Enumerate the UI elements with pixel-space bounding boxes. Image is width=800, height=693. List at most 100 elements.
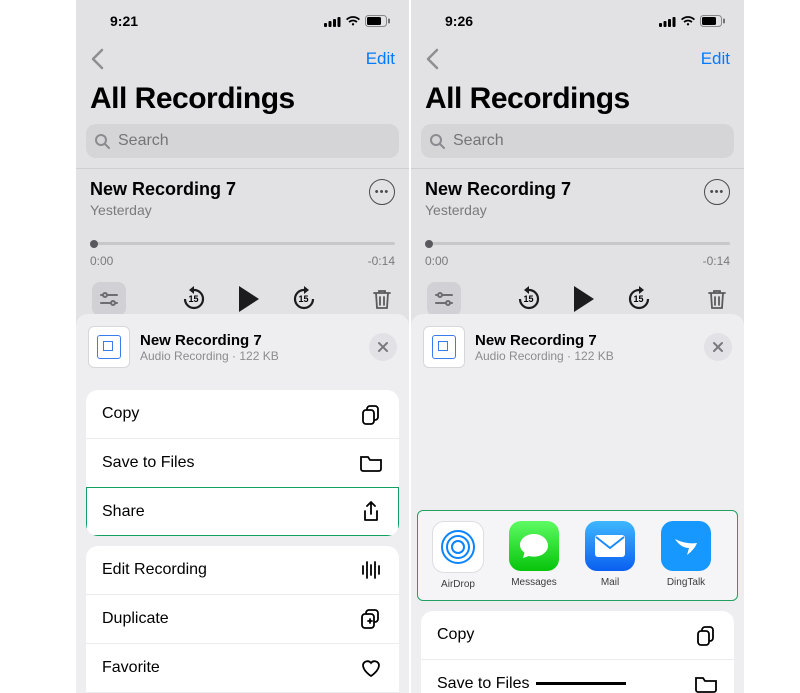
chevron-left-icon <box>425 48 439 70</box>
close-button[interactable] <box>704 333 732 361</box>
file-thumbnail <box>88 326 130 368</box>
time-remaining: -0:14 <box>368 254 395 268</box>
play-button[interactable] <box>574 286 594 312</box>
screenshot-left: 9:21 Edit All Recordings New Recording 7… <box>76 0 409 693</box>
back-button[interactable] <box>86 48 108 70</box>
action-label: Share <box>102 503 145 521</box>
recording-title: New Recording 7 <box>425 179 571 200</box>
action-copy[interactable]: Copy <box>421 611 734 659</box>
share-target-label: Me <box>732 579 733 590</box>
redaction-bar <box>536 682 626 685</box>
action-label: Save to Files <box>437 675 626 693</box>
scrubber[interactable] <box>425 238 730 250</box>
skip-forward-button[interactable]: 15 <box>624 284 654 314</box>
sliders-icon <box>434 291 454 307</box>
search-icon <box>94 133 110 149</box>
action-copy[interactable]: Copy <box>86 390 399 438</box>
signal-icon <box>324 16 341 27</box>
edit-button[interactable]: Edit <box>701 49 730 69</box>
share-header: New Recording 7 Audio Recording · 122 KB <box>411 314 744 380</box>
share-target-label: Messages <box>504 577 564 588</box>
action-save-to-files[interactable]: Save to Files <box>421 659 734 693</box>
share-target-airdrop[interactable]: AirDrop <box>428 521 488 590</box>
signal-icon <box>659 16 676 27</box>
search-icon <box>429 133 445 149</box>
delete-button[interactable] <box>706 287 728 311</box>
close-icon <box>712 341 724 353</box>
share-file-subtitle: Audio Recording · 122 KB <box>140 349 279 363</box>
trash-icon <box>371 287 393 311</box>
time-elapsed: 0:00 <box>90 254 113 268</box>
share-target-label: AirDrop <box>428 579 488 590</box>
share-targets-row[interactable]: AirDrop Messages Mail <box>417 510 738 601</box>
options-button[interactable] <box>92 282 126 316</box>
action-duplicate[interactable]: Duplicate <box>86 594 399 643</box>
recording-title: New Recording 7 <box>90 179 236 200</box>
skip-back-button[interactable]: 15 <box>179 284 209 314</box>
skip-back-label: 15 <box>523 294 533 304</box>
delete-button[interactable] <box>371 287 393 311</box>
edit-button[interactable]: Edit <box>366 49 395 69</box>
chevron-left-icon <box>90 48 104 70</box>
close-icon <box>377 341 389 353</box>
nav-bar: Edit <box>76 34 409 76</box>
more-button[interactable]: ••• <box>369 179 395 205</box>
action-label: Favorite <box>102 659 160 677</box>
action-save-to-files[interactable]: Save to Files <box>86 438 399 487</box>
nav-bar: Edit <box>411 34 744 76</box>
time-remaining: -0:14 <box>703 254 730 268</box>
recording-card[interactable]: New Recording 7 Yesterday ••• 0:00 -0:14… <box>411 168 744 329</box>
share-target-mail[interactable]: Mail <box>580 521 640 588</box>
options-button[interactable] <box>427 282 461 316</box>
scrubber[interactable] <box>90 238 395 250</box>
share-header: New Recording 7 Audio Recording · 122 KB <box>76 314 409 380</box>
search-field[interactable] <box>86 124 399 158</box>
share-target-label: Mail <box>580 577 640 588</box>
folder-icon <box>694 672 718 693</box>
play-button[interactable] <box>239 286 259 312</box>
back-button[interactable] <box>421 48 443 70</box>
action-favorite[interactable]: Favorite <box>86 643 399 692</box>
action-edit-recording[interactable]: Edit Recording <box>86 546 399 594</box>
ellipsis-icon: ••• <box>375 186 390 198</box>
wifi-icon <box>680 15 696 27</box>
share-target-dingtalk[interactable]: DingTalk <box>656 521 716 588</box>
close-button[interactable] <box>369 333 397 361</box>
mail-icon <box>585 521 635 571</box>
page-title: All Recordings <box>76 76 409 124</box>
status-bar: 9:21 <box>76 0 409 34</box>
battery-icon <box>365 15 391 27</box>
sliders-icon <box>99 291 119 307</box>
folder-icon <box>359 451 383 475</box>
action-share[interactable]: Share <box>86 487 399 536</box>
status-icons <box>324 15 391 27</box>
dingtalk-icon <box>661 521 711 571</box>
share-target-messages[interactable]: Messages <box>504 521 564 588</box>
share-target-more[interactable]: Me <box>732 521 733 590</box>
audio-file-icon <box>432 335 456 359</box>
skip-forward-button[interactable]: 15 <box>289 284 319 314</box>
action-label: Save to Files <box>102 454 194 472</box>
share-sheet: New Recording 7 Audio Recording · 122 KB… <box>76 314 409 693</box>
time-elapsed: 0:00 <box>425 254 448 268</box>
search-field[interactable] <box>421 124 734 158</box>
file-thumbnail <box>423 326 465 368</box>
duplicate-icon <box>359 607 383 631</box>
skip-back-button[interactable]: 15 <box>514 284 544 314</box>
status-icons <box>659 15 726 27</box>
recording-card[interactable]: New Recording 7 Yesterday ••• 0:00 -0:14… <box>76 168 409 329</box>
action-group: Copy Save to Files <box>421 611 734 693</box>
share-file-title: New Recording 7 <box>475 332 614 349</box>
recording-subtitle: Yesterday <box>425 202 571 218</box>
share-icon <box>359 500 383 524</box>
search-input[interactable] <box>451 131 726 151</box>
skip-fwd-label: 15 <box>633 294 643 304</box>
status-bar: 9:26 <box>411 0 744 34</box>
copy-icon <box>359 402 383 426</box>
search-input[interactable] <box>116 131 391 151</box>
trash-icon <box>706 287 728 311</box>
more-button[interactable]: ••• <box>704 179 730 205</box>
messages-icon <box>509 521 559 571</box>
waveform-icon <box>359 558 383 582</box>
page-title: All Recordings <box>411 76 744 124</box>
